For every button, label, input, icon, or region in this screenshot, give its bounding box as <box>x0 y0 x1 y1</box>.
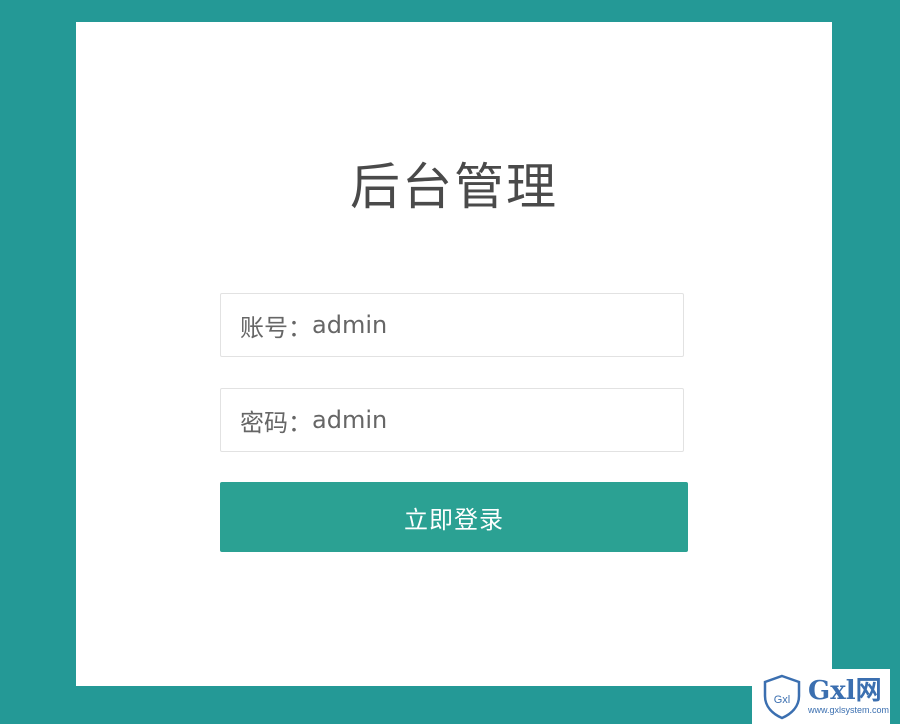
password-value[interactable]: admin <box>312 406 387 434</box>
username-value[interactable]: admin <box>312 311 387 339</box>
password-field[interactable]: 密码： admin <box>220 388 684 452</box>
username-label: 账号： <box>240 313 312 342</box>
watermark-brand: Gxl网 <box>808 676 882 706</box>
shield-icon: Gxl <box>762 674 802 720</box>
watermark-url: www.gxlsystem.com <box>808 705 890 715</box>
watermark: Gxl Gxl网 www.gxlsystem.com <box>752 669 890 724</box>
username-field[interactable]: 账号： admin <box>220 293 684 357</box>
login-button[interactable]: 立即登录 <box>220 482 688 552</box>
shield-text: Gxl <box>774 694 791 706</box>
password-label: 密码： <box>240 408 312 437</box>
watermark-text: Gxl网 www.gxlsystem.com <box>808 677 889 716</box>
login-card: 后台管理 账号： admin 密码： admin 立即登录 <box>76 22 832 686</box>
page-title: 后台管理 <box>350 158 558 216</box>
